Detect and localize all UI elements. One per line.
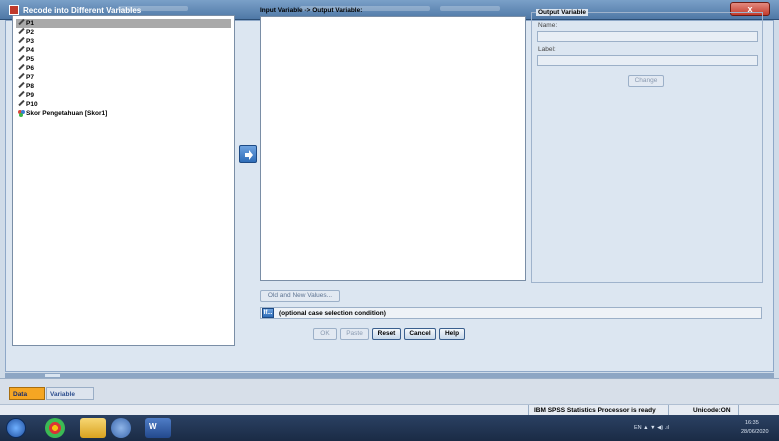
word-icon[interactable]: W (145, 418, 171, 438)
pencil-icon (18, 54, 25, 62)
chrome-icon[interactable] (45, 418, 65, 438)
pencil-icon (18, 27, 25, 35)
io-list-label: Input Variable -> Output Variable: (260, 7, 363, 14)
variable-item[interactable]: P6 (16, 63, 231, 73)
arrow-right-icon (245, 150, 253, 160)
tray-date: 28/06/2020 (741, 429, 769, 435)
pencil-icon (18, 63, 25, 71)
variable-item[interactable]: P8 (16, 81, 231, 91)
spss-icon[interactable] (111, 418, 131, 438)
status-divider (738, 405, 739, 415)
paste-button[interactable]: Paste (340, 328, 369, 340)
variable-item[interactable]: P5 (16, 54, 231, 64)
blurred-title-segment (118, 6, 188, 11)
ok-button[interactable]: OK (313, 328, 337, 340)
tab-bar (0, 378, 779, 404)
label-field[interactable] (537, 55, 758, 66)
variable-list[interactable]: P1 P2 P3 P4 P5 P6 P7 P8 P9 P10 Skor Peng… (12, 15, 235, 346)
scrollbar-thumb[interactable] (45, 374, 60, 377)
unicode-status: Unicode:ON (693, 407, 731, 414)
if-button[interactable]: If... (262, 308, 274, 318)
tab-variable-view[interactable]: Variable View (46, 387, 94, 411)
output-variable-group (531, 12, 763, 283)
name-label: Name: (538, 22, 558, 29)
processor-status: IBM SPSS Statistics Processor is ready (534, 407, 656, 414)
blurred-title-segment (440, 6, 500, 11)
change-button[interactable]: Change (628, 75, 664, 87)
variable-item[interactable]: P10 (16, 99, 231, 109)
status-divider (668, 405, 669, 415)
tab-data-view[interactable]: Data View (9, 387, 45, 411)
variable-item[interactable]: P3 (16, 36, 231, 46)
nominal-icon (18, 110, 25, 117)
start-button-icon[interactable] (6, 418, 26, 438)
pencil-icon (18, 36, 25, 44)
app-icon (9, 5, 19, 15)
variable-item[interactable]: P7 (16, 72, 231, 82)
pencil-icon (18, 18, 25, 26)
tray-time: 16:35 (745, 420, 759, 426)
pencil-icon (18, 81, 25, 89)
status-divider (528, 405, 529, 415)
move-variable-button[interactable] (239, 145, 257, 163)
variable-item[interactable]: P2 (16, 27, 231, 37)
pencil-icon (18, 90, 25, 98)
variable-item[interactable]: P4 (16, 45, 231, 55)
cancel-button[interactable]: Cancel (404, 328, 436, 340)
old-new-values-button[interactable]: Old and New Values... (260, 290, 340, 302)
name-field[interactable] (537, 31, 758, 42)
output-variable-title: Output Variable (536, 9, 589, 16)
folder-icon[interactable] (80, 418, 106, 438)
if-condition-text: (optional case selection condition) (279, 310, 386, 317)
help-button[interactable]: Help (439, 328, 465, 340)
variable-item[interactable]: P1 (16, 18, 231, 28)
variable-item[interactable]: P9 (16, 90, 231, 100)
label-label: Label: (538, 46, 556, 53)
input-output-list[interactable] (260, 16, 526, 281)
pencil-icon (18, 45, 25, 53)
pencil-icon (18, 99, 25, 107)
tray-icons[interactable]: EN ▲ ▼ ◀) .ıl (634, 425, 669, 431)
variable-item[interactable]: Skor Pengetahuan [Skor1] (16, 109, 231, 118)
reset-button[interactable]: Reset (372, 328, 401, 340)
pencil-icon (18, 72, 25, 80)
status-bar (0, 404, 779, 415)
